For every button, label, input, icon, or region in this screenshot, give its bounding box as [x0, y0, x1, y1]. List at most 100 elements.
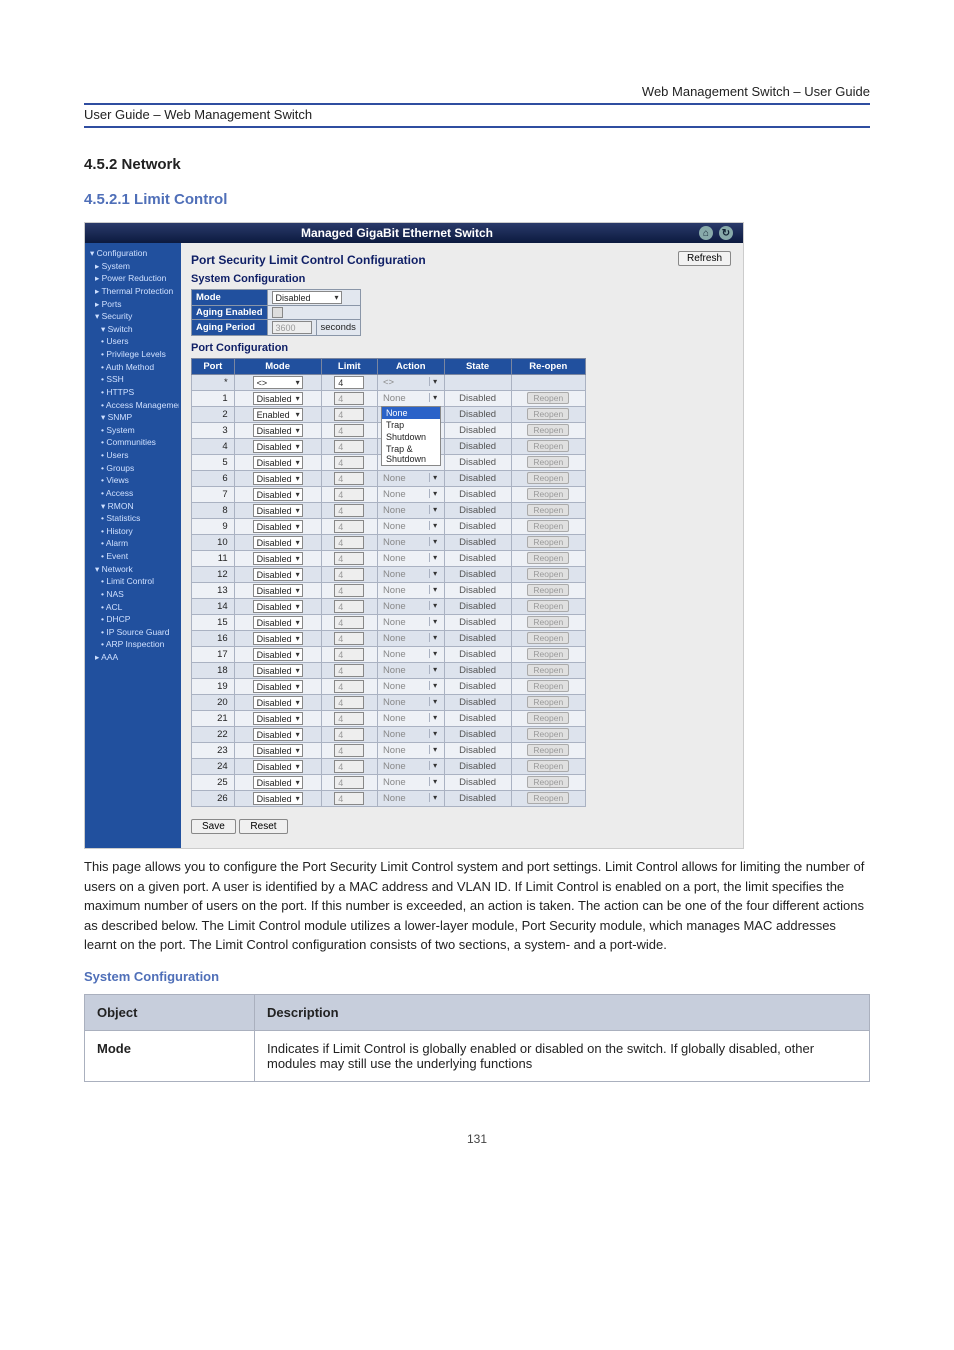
mode-select[interactable]: Enabled	[253, 408, 303, 421]
reopen-button[interactable]: Reopen	[527, 712, 569, 724]
sidebar-item[interactable]: ▾ Configuration	[87, 247, 179, 260]
logout-icon[interactable]: ↻	[719, 226, 733, 240]
chevron-down-icon[interactable]: ▾	[429, 697, 441, 706]
reopen-button[interactable]: Reopen	[527, 504, 569, 516]
limit-input[interactable]: 4	[334, 568, 364, 581]
sidebar-item[interactable]: • DHCP	[87, 613, 179, 626]
action-select[interactable]: None▾	[381, 489, 441, 500]
reopen-button[interactable]: Reopen	[527, 760, 569, 772]
limit-input-all[interactable]: 4	[334, 376, 364, 389]
reopen-button[interactable]: Reopen	[527, 472, 569, 484]
mode-select[interactable]: Disabled	[253, 648, 303, 661]
sidebar-item[interactable]: • Communities	[87, 436, 179, 449]
reopen-button[interactable]: Reopen	[527, 776, 569, 788]
sidebar-item[interactable]: ▸ System	[87, 260, 179, 273]
limit-input[interactable]: 4	[334, 712, 364, 725]
chevron-down-icon[interactable]: ▾	[429, 713, 441, 722]
limit-input[interactable]: 4	[334, 520, 364, 533]
action-select[interactable]: None▾	[381, 665, 441, 676]
action-select[interactable]: None▾	[381, 569, 441, 580]
action-select[interactable]: None▾	[381, 633, 441, 644]
reopen-button[interactable]: Reopen	[527, 616, 569, 628]
mode-select[interactable]: Disabled	[253, 632, 303, 645]
refresh-button[interactable]: Refresh	[678, 251, 731, 266]
chevron-down-icon[interactable]: ▾	[429, 569, 441, 578]
mode-select[interactable]: Disabled	[253, 792, 303, 805]
action-select[interactable]: None▾	[381, 649, 441, 660]
limit-input[interactable]: 4	[334, 648, 364, 661]
sidebar-item[interactable]: ▸ Power Reduction	[87, 272, 179, 285]
limit-input[interactable]: 4	[334, 600, 364, 613]
action-select[interactable]: None▾	[381, 729, 441, 740]
reopen-button[interactable]: Reopen	[527, 632, 569, 644]
sidebar-item[interactable]: • Statistics	[87, 512, 179, 525]
sidebar-item[interactable]: • ARP Inspection	[87, 638, 179, 651]
reopen-button[interactable]: Reopen	[527, 584, 569, 596]
limit-input[interactable]: 4	[334, 728, 364, 741]
limit-input[interactable]: 4	[334, 744, 364, 757]
mode-select-all[interactable]: <>	[253, 376, 303, 389]
sidebar-item[interactable]: • SSH	[87, 373, 179, 386]
limit-input[interactable]: 4	[334, 504, 364, 517]
mode-select[interactable]: Disabled	[253, 584, 303, 597]
sidebar-item[interactable]: • IP Source Guard	[87, 626, 179, 639]
reopen-button[interactable]: Reopen	[527, 648, 569, 660]
mode-select[interactable]: Disabled	[253, 472, 303, 485]
mode-select[interactable]: Disabled	[253, 760, 303, 773]
chevron-down-icon[interactable]: ▾	[429, 585, 441, 594]
chevron-down-icon[interactable]: ▾	[429, 793, 441, 802]
limit-input[interactable]: 4	[334, 776, 364, 789]
chevron-down-icon[interactable]: ▾	[429, 777, 441, 786]
aging-period-input[interactable]: 3600	[272, 321, 312, 334]
limit-input[interactable]: 4	[334, 696, 364, 709]
mode-select[interactable]: Disabled	[253, 568, 303, 581]
reopen-button[interactable]: Reopen	[527, 520, 569, 532]
home-icon[interactable]: ⌂	[699, 226, 713, 240]
mode-select[interactable]: Disabled	[253, 456, 303, 469]
mode-select[interactable]: Disabled	[253, 392, 303, 405]
sidebar-item[interactable]: • Auth Method	[87, 361, 179, 374]
mode-select[interactable]: Disabled	[253, 664, 303, 677]
reopen-button[interactable]: Reopen	[527, 552, 569, 564]
limit-input[interactable]: 4	[334, 616, 364, 629]
limit-input[interactable]: 4	[334, 392, 364, 405]
limit-input[interactable]: 4	[334, 584, 364, 597]
chevron-down-icon[interactable]: ▾	[429, 745, 441, 754]
reset-button[interactable]: Reset	[239, 819, 287, 834]
aging-enabled-checkbox[interactable]	[272, 307, 283, 318]
sidebar-item[interactable]: ▾ SNMP	[87, 411, 179, 424]
sidebar-item[interactable]: ▾ Switch	[87, 323, 179, 336]
sidebar-item[interactable]: ▸ AAA	[87, 651, 179, 664]
reopen-button[interactable]: Reopen	[527, 568, 569, 580]
mode-select[interactable]: Disabled	[253, 504, 303, 517]
sidebar-item[interactable]: • History	[87, 525, 179, 538]
action-select[interactable]: None▾	[381, 745, 441, 756]
action-select[interactable]: None▾	[381, 713, 441, 724]
reopen-button[interactable]: Reopen	[527, 728, 569, 740]
limit-input[interactable]: 4	[334, 664, 364, 677]
chevron-down-icon[interactable]: ▾	[429, 665, 441, 674]
chevron-down-icon[interactable]: ▾	[429, 521, 441, 530]
reopen-button[interactable]: Reopen	[527, 440, 569, 452]
sidebar-item[interactable]: • System	[87, 424, 179, 437]
action-select[interactable]: None▾	[381, 553, 441, 564]
mode-select[interactable]: Disabled	[253, 440, 303, 453]
mode-select[interactable]: Disabled	[253, 616, 303, 629]
limit-input[interactable]: 4	[334, 440, 364, 453]
reopen-button[interactable]: Reopen	[527, 792, 569, 804]
limit-input[interactable]: 4	[334, 488, 364, 501]
limit-input[interactable]: 4	[334, 456, 364, 469]
action-select[interactable]: None▾	[381, 537, 441, 548]
chevron-down-icon[interactable]: ▾	[429, 537, 441, 546]
limit-input[interactable]: 4	[334, 424, 364, 437]
reopen-button[interactable]: Reopen	[527, 664, 569, 676]
chevron-down-icon[interactable]: ▾	[429, 649, 441, 658]
chevron-down-icon[interactable]: ▾	[429, 761, 441, 770]
reopen-button[interactable]: Reopen	[527, 456, 569, 468]
action-select[interactable]: None▾	[381, 681, 441, 692]
sidebar-item[interactable]: • Users	[87, 335, 179, 348]
action-select[interactable]: None▾	[381, 601, 441, 612]
action-select[interactable]: None▾	[381, 617, 441, 628]
sidebar-item[interactable]: • Access Management	[87, 399, 179, 412]
limit-input[interactable]: 4	[334, 472, 364, 485]
